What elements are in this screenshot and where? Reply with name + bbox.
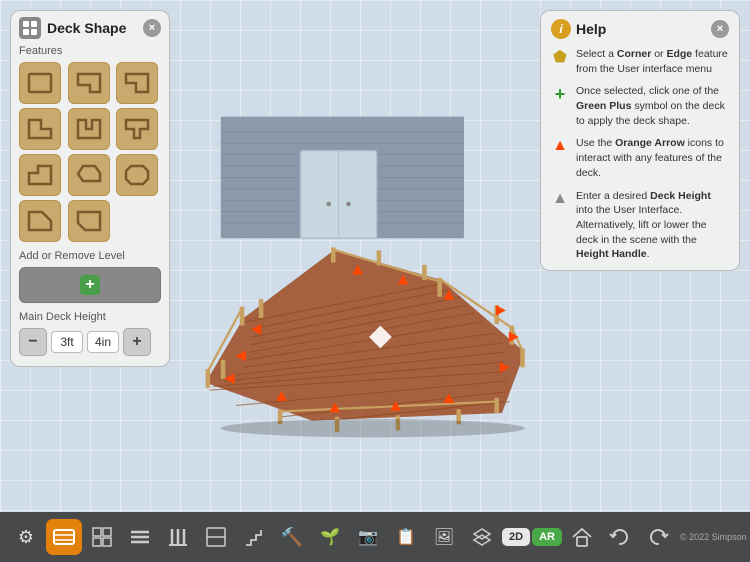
railing-icon-button[interactable] [198, 519, 234, 555]
features-label: Features [19, 45, 161, 57]
help-item-corner: ⬟ Select a Corner or Edge feature from t… [551, 47, 729, 76]
tools-icon-button[interactable]: 🔨 [274, 519, 310, 555]
settings-icon-button[interactable]: ⚙ [8, 519, 44, 555]
shape-button-u[interactable] [68, 108, 110, 150]
panel-close-button[interactable]: × [143, 19, 161, 37]
reset-icon-button[interactable] [602, 519, 638, 555]
shape-button-free1[interactable] [19, 200, 61, 242]
green-plus-icon: + [551, 85, 569, 103]
house-icon-button[interactable] [564, 519, 600, 555]
deck-shape-panel: Deck Shape × Features [10, 10, 170, 367]
help-panel: i Help × ⬟ Select a Corner or Edge featu… [540, 10, 740, 271]
shape-button-angled[interactable] [19, 154, 61, 196]
shape-button-hex[interactable] [68, 154, 110, 196]
help-text-height: Enter a desired Deck Height into the Use… [576, 189, 729, 262]
2d-button[interactable]: 2d [502, 528, 530, 546]
help-text-arrow: Use the Orange Arrow icons to interact w… [576, 136, 729, 180]
shape-button-free2[interactable] [68, 200, 110, 242]
shape-button-oct[interactable] [116, 154, 158, 196]
plus-icon: + [80, 275, 100, 295]
help-close-button[interactable]: × [711, 20, 729, 38]
shape-grid [19, 62, 161, 242]
clipboard-icon-button[interactable]: 📋 [388, 519, 424, 555]
shape-button-t[interactable] [116, 108, 158, 150]
add-remove-label: Add or Remove Level [19, 250, 161, 262]
white-arrow-icon: ▲ [551, 190, 569, 208]
shape-button-l[interactable] [19, 108, 61, 150]
help-text-corner: Select a Corner or Edge feature from the… [576, 47, 729, 76]
boards-icon-button[interactable] [122, 519, 158, 555]
plant-icon-button[interactable]: 🌱 [312, 519, 348, 555]
help-items: ⬟ Select a Corner or Edge feature from t… [551, 47, 729, 262]
toolbar-icons-left: ⚙ [8, 519, 676, 555]
deck-icon-button[interactable] [46, 519, 82, 555]
panel-header: Deck Shape × [19, 17, 161, 39]
help-text-plus: Once selected, click one of the Green Pl… [576, 84, 729, 128]
copyright-text: © 2022 Simpson Strong-Tie Company, Inc. [680, 532, 750, 542]
shape-button-corner[interactable] [116, 62, 158, 104]
add-level-button[interactable]: + [19, 267, 161, 303]
help-item-arrow: ▲ Use the Orange Arrow icons to interact… [551, 136, 729, 180]
camera-icon-button[interactable]: 📷 [350, 519, 386, 555]
main-deck-label: Main Deck Height [19, 311, 161, 323]
orange-arrow-icon: ▲ [551, 137, 569, 155]
redo-icon-button[interactable] [640, 519, 676, 555]
help-item-plus: + Once selected, click one of the Green … [551, 84, 729, 128]
help-title: Help [576, 21, 606, 37]
ar-button[interactable]: ar [532, 528, 562, 546]
shape-button-rect[interactable] [19, 62, 61, 104]
height-feet-value[interactable]: 3ft [51, 331, 83, 353]
layers-icon-button[interactable] [464, 519, 500, 555]
help-header: i Help × [551, 19, 729, 39]
deck-scene[interactable] [160, 20, 540, 502]
photos-icon-button[interactable]: 🖼 [426, 519, 462, 555]
posts-icon-button[interactable] [160, 519, 196, 555]
height-inches-value[interactable]: 4in [87, 331, 119, 353]
height-control: − 3ft 4in + [19, 328, 161, 356]
bottom-toolbar: ⚙ [0, 512, 750, 562]
help-item-height: ▲ Enter a desired Deck Height into the U… [551, 189, 729, 262]
height-increase-button[interactable]: + [123, 328, 151, 356]
shape-button-notch[interactable] [68, 62, 110, 104]
panel-title: Deck Shape [47, 20, 126, 36]
deck-panel-icon [19, 17, 41, 39]
stairs-icon-button[interactable] [236, 519, 272, 555]
help-icon: i [551, 19, 571, 39]
frame-icon-button[interactable] [84, 519, 120, 555]
bookmark-icon: ⬟ [551, 48, 569, 66]
height-decrease-button[interactable]: − [19, 328, 47, 356]
